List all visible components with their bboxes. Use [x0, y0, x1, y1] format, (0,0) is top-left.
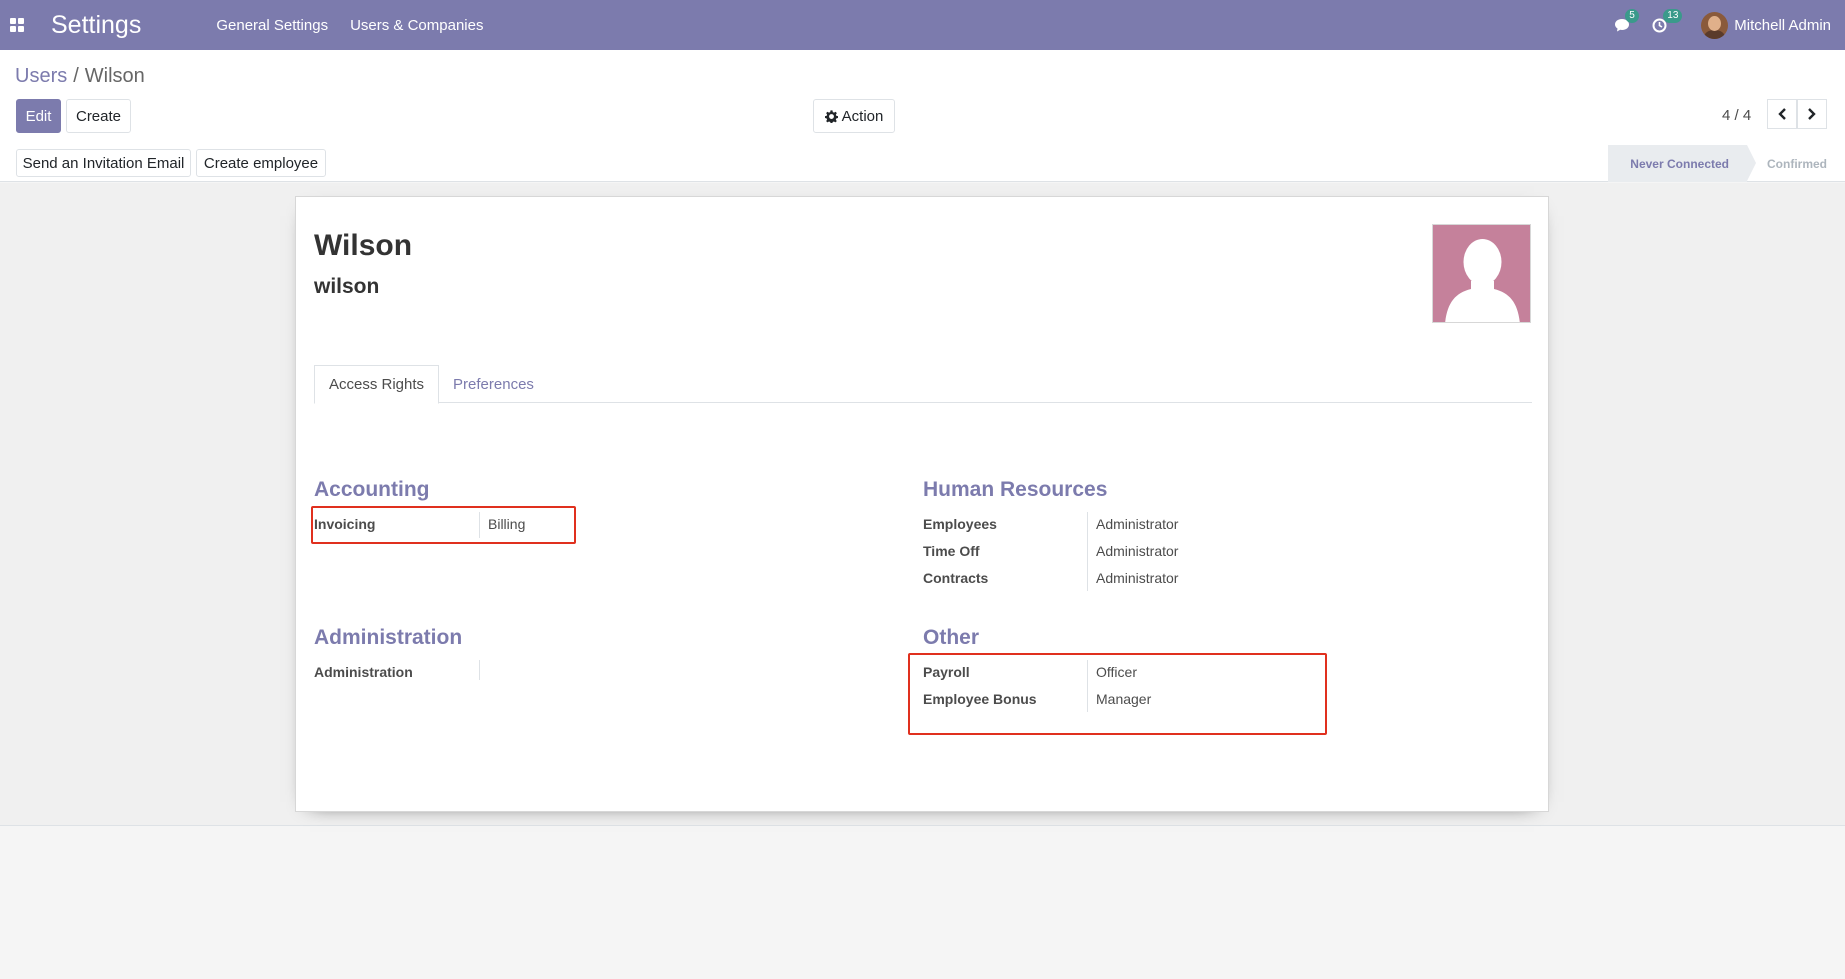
apps-grid-icon[interactable] — [2, 0, 32, 50]
top-navbar: Settings General Settings Users & Compan… — [0, 0, 1845, 50]
pager-value: 4 / 4 — [1722, 107, 1752, 124]
form-tabs: Access Rights Preferences — [314, 365, 1532, 404]
chevron-left-icon — [1778, 108, 1786, 120]
activities-count-badge: 13 — [1663, 8, 1683, 23]
chevron-right-icon — [1808, 108, 1816, 120]
field-label-employees: Employees — [923, 516, 997, 532]
action-button[interactable]: Action — [813, 99, 895, 133]
breadcrumb: Users / Wilson — [15, 65, 145, 88]
send-invitation-email-button[interactable]: Send an Invitation Email — [16, 149, 191, 177]
group-title-accounting: Accounting — [314, 478, 430, 501]
group-title-administration: Administration — [314, 626, 463, 649]
gear-icon — [824, 109, 838, 123]
user-photo[interactable] — [1432, 224, 1531, 323]
menu-general-settings[interactable]: General Settings — [216, 17, 328, 34]
status-steps: Never Connected Confirmed — [1608, 145, 1845, 182]
avatar — [1701, 11, 1729, 39]
user-placeholder-icon — [1445, 239, 1520, 322]
field-value-time-off[interactable]: Administrator — [1096, 543, 1178, 559]
record-login: wilson — [314, 275, 380, 298]
highlight-box-invoicing — [311, 506, 576, 544]
user-menu[interactable]: Mitchell Admin — [1701, 11, 1831, 39]
field-value-contracts[interactable]: Administrator — [1096, 570, 1178, 586]
pager-next-button[interactable] — [1797, 99, 1827, 129]
field-label-contracts: Contracts — [923, 570, 989, 586]
group-title-other: Other — [923, 626, 980, 649]
breadcrumb-users-link[interactable]: Users — [15, 65, 67, 87]
field-value-employees[interactable]: Administrator — [1096, 516, 1178, 532]
status-step-never-connected[interactable]: Never Connected — [1608, 145, 1756, 182]
activities-menu[interactable]: 13 — [1652, 8, 1683, 33]
tab-preferences[interactable]: Preferences — [439, 365, 548, 403]
app-title: Settings — [51, 10, 142, 39]
user-name: Mitchell Admin — [1734, 16, 1831, 34]
form-sheet: Wilson wilson Access Rights Preferences … — [295, 196, 1549, 812]
status-step-confirmed[interactable]: Confirmed — [1747, 145, 1845, 182]
messages-count-badge: 5 — [1625, 8, 1639, 23]
field-label-administration: Administration — [314, 664, 413, 680]
tab-access-rights[interactable]: Access Rights — [314, 365, 440, 404]
highlight-box-other — [908, 653, 1327, 735]
edit-button[interactable]: Edit — [16, 99, 61, 133]
create-button[interactable]: Create — [66, 99, 131, 133]
action-button-label: Action — [841, 107, 884, 125]
group-title-human-resources: Human Resources — [923, 478, 1108, 501]
field-label-time-off: Time Off — [923, 543, 980, 559]
breadcrumb-separator: / — [73, 65, 79, 87]
create-employee-button[interactable]: Create employee — [196, 149, 326, 177]
messages-menu[interactable]: 5 — [1614, 8, 1639, 33]
record-name: Wilson — [314, 229, 413, 262]
pager-previous-button[interactable] — [1767, 99, 1797, 129]
breadcrumb-current: Wilson — [84, 65, 145, 87]
menu-users-companies[interactable]: Users & Companies — [350, 17, 483, 34]
